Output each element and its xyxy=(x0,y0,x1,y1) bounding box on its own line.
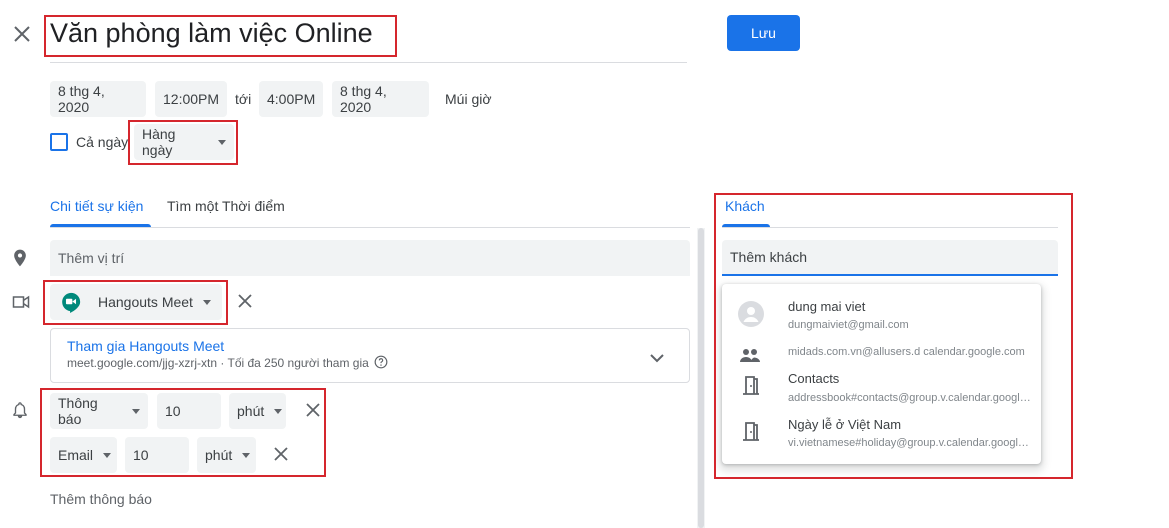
video-camera-icon xyxy=(10,292,32,317)
all-day-checkbox[interactable] xyxy=(50,133,68,151)
add-notification-link[interactable]: Thêm thông báo xyxy=(50,491,152,507)
title-underline xyxy=(50,62,687,63)
bell-icon xyxy=(11,401,29,424)
location-input[interactable]: Thêm vị trí xyxy=(50,240,690,276)
highlight-box-title xyxy=(44,15,397,57)
end-date-field[interactable]: 8 thg 4, 2020 xyxy=(332,81,429,117)
help-circle-icon[interactable] xyxy=(374,355,388,374)
close-icon[interactable] xyxy=(10,22,34,46)
highlight-box-notifications xyxy=(40,388,326,477)
meet-info-text: meet.google.com/jjg-xzrj-xtn · Tối đa 25… xyxy=(67,356,369,370)
tabs-divider xyxy=(50,227,690,228)
tab-find-time[interactable]: Tìm một Thời điểm xyxy=(167,198,285,214)
to-label: tới xyxy=(235,91,252,107)
highlight-box-conference xyxy=(43,280,228,325)
location-pin-icon xyxy=(10,248,30,273)
end-time-field[interactable]: 4:00PM xyxy=(259,81,323,117)
join-meet-link[interactable]: Tham gia Hangouts Meet xyxy=(67,338,224,354)
tab-event-details[interactable]: Chi tiết sự kiện xyxy=(50,198,143,214)
highlight-box-recurrence xyxy=(128,120,238,165)
timezone-link[interactable]: Múi giờ xyxy=(445,91,492,107)
start-time-field[interactable]: 12:00PM xyxy=(155,81,227,117)
remove-conference-icon[interactable] xyxy=(238,294,252,313)
save-button[interactable]: Lưu xyxy=(727,15,800,51)
scrollbar-thumb[interactable] xyxy=(698,228,704,528)
highlight-box-guests xyxy=(714,193,1073,479)
start-date-field[interactable]: 8 thg 4, 2020 xyxy=(50,81,146,117)
chevron-down-icon[interactable] xyxy=(650,350,664,368)
all-day-label: Cả ngày xyxy=(76,134,129,150)
